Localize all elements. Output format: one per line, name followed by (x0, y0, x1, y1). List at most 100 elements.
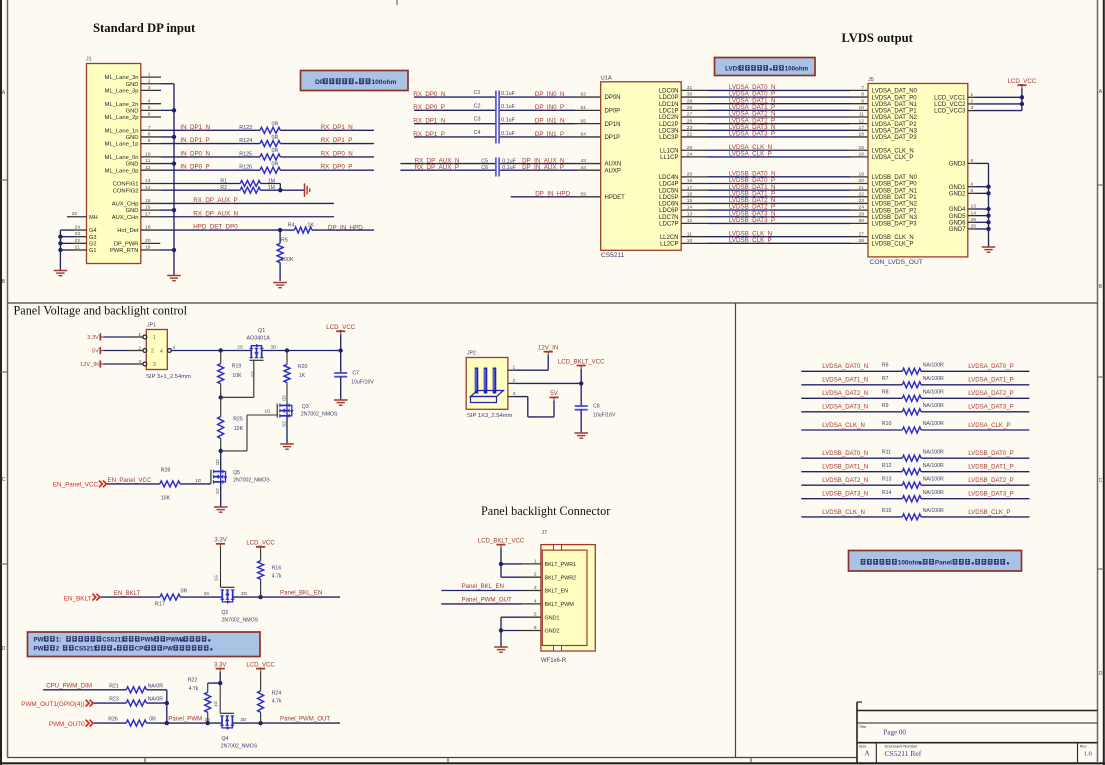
svg-text:R6: R6 (882, 363, 889, 369)
svg-text:NA/100R: NA/100R (923, 463, 944, 469)
svg-text:24: 24 (687, 152, 693, 158)
svg-text:11: 11 (859, 112, 864, 118)
svg-text:RX_DP1_P: RX_DP1_P (321, 137, 353, 144)
svg-text:2: 2 (56, 646, 60, 653)
svg-text:R124: R124 (239, 138, 252, 144)
svg-text:2: 2 (971, 99, 974, 105)
svg-text:10uF/16V: 10uF/16V (593, 413, 616, 419)
svg-text:GND2: GND2 (949, 191, 966, 197)
svg-text:16: 16 (859, 152, 865, 158)
svg-text:100ohm: 100ohm (785, 66, 809, 73)
svg-text:3: 3 (971, 105, 974, 111)
svg-text:1: 1 (534, 558, 537, 564)
svg-text:7: 7 (861, 85, 864, 91)
svg-text:LL2CN: LL2CN (660, 235, 679, 241)
svg-text:Hot_Det: Hot_Det (117, 228, 139, 234)
svg-text:44: 44 (581, 165, 587, 171)
svg-text:Panel_PWM_OUT: Panel_PWM_OUT (462, 597, 512, 604)
svg-text:C: C (2, 477, 6, 483)
svg-text:17: 17 (859, 125, 865, 131)
svg-text:LDC2N: LDC2N (659, 115, 679, 121)
svg-text:5: 5 (971, 188, 974, 194)
svg-text:29: 29 (859, 211, 865, 217)
svg-text:CS5211: CS5211 (102, 637, 125, 644)
svg-text:EN_BKLT: EN_BKLT (114, 590, 141, 597)
svg-text:R7: R7 (882, 376, 889, 382)
svg-text:LVDSA_DAT_P1: LVDSA_DAT_P1 (872, 109, 917, 115)
svg-text:DP_IN1_N: DP_IN1_N (535, 117, 565, 124)
svg-text:AUXP: AUXP (605, 168, 621, 174)
svg-text:GND2: GND2 (545, 629, 560, 635)
svg-text:DP_IN0_P: DP_IN0_P (535, 104, 564, 111)
svg-text:MH: MH (89, 215, 98, 221)
svg-text:NA/0R: NA/0R (148, 697, 164, 703)
svg-text:RX_DP1_P: RX_DP1_P (413, 131, 445, 138)
svg-text:3D: 3D (240, 717, 247, 722)
svg-text:LDC3P: LDC3P (659, 135, 678, 141)
svg-text:IN_DP0_N: IN_DP0_N (180, 150, 210, 157)
svg-text:R25: R25 (233, 417, 243, 423)
svg-text:JP2: JP2 (467, 351, 476, 357)
svg-text:LVDSB_DAT_P3: LVDSB_DAT_P3 (872, 222, 917, 228)
svg-text:28: 28 (687, 105, 693, 111)
svg-text:0.1uF: 0.1uF (501, 91, 515, 97)
svg-text:0R: 0R (272, 135, 279, 141)
svg-text:LVDSB_DAT_N3: LVDSB_DAT_N3 (872, 215, 918, 221)
svg-text:LDC6P: LDC6P (659, 208, 678, 214)
svg-text:LVDSA_DAT2_N: LVDSA_DAT2_N (822, 390, 868, 397)
svg-text:GND4: GND4 (949, 207, 966, 213)
svg-text:GND: GND (126, 135, 139, 141)
svg-text:R8: R8 (882, 390, 889, 396)
svg-text:R126: R126 (239, 165, 252, 171)
svg-text:1M: 1M (268, 178, 275, 184)
svg-text:10K: 10K (234, 426, 244, 432)
svg-text:BKLT_PWM: BKLT_PWM (545, 602, 575, 608)
svg-text:3D: 3D (241, 591, 248, 596)
svg-text:LL2CP: LL2CP (660, 241, 678, 247)
svg-text:59: 59 (581, 191, 587, 197)
svg-text:D: D (1099, 671, 1103, 677)
svg-text:R14: R14 (882, 490, 892, 496)
svg-text:Panel: Panel (935, 560, 952, 567)
svg-text:Q3: Q3 (302, 404, 309, 410)
svg-text:LCD_VCC: LCD_VCC (326, 324, 355, 331)
svg-text:RX_DP0_N: RX_DP0_N (321, 150, 353, 157)
svg-text:DP1P: DP1P (605, 135, 621, 141)
svg-text:LVDSB_DAT2_P: LVDSB_DAT2_P (968, 477, 1014, 484)
svg-text:20: 20 (859, 178, 865, 184)
svg-text:18: 18 (859, 132, 865, 138)
svg-text:G3: G3 (89, 235, 96, 241)
svg-text:15: 15 (859, 145, 865, 151)
svg-text:4.7k: 4.7k (272, 574, 282, 580)
svg-text:LVDSB_DAT_N1: LVDSB_DAT_N1 (872, 188, 918, 194)
svg-text:4.7k: 4.7k (189, 686, 199, 692)
svg-text:PWR_RTN: PWR_RTN (110, 248, 139, 254)
svg-text:Q4: Q4 (222, 736, 229, 742)
svg-text:DP_IN_HPD: DP_IN_HPD (535, 190, 570, 197)
svg-text:6: 6 (534, 625, 537, 631)
svg-text:R23: R23 (109, 697, 119, 703)
svg-text:LDC1P: LDC1P (659, 108, 678, 114)
svg-text:9: 9 (861, 98, 864, 104)
svg-text:LDC3N: LDC3N (659, 128, 679, 134)
svg-text:2N7002_NMOS: 2N7002_NMOS (222, 618, 259, 624)
svg-text:CS5211 Ref: CS5211 Ref (885, 749, 922, 758)
svg-text:IN_DP1_N: IN_DP1_N (180, 124, 210, 131)
svg-text:PWM_OUT1(GPIO(4)): PWM_OUT1(GPIO(4)) (21, 701, 84, 708)
svg-text:CONFIG2: CONFIG2 (113, 188, 139, 194)
svg-text:LDC5N: LDC5N (659, 188, 679, 194)
svg-text:LVDSA_CLK_P: LVDSA_CLK_P (968, 422, 1010, 429)
svg-text:AUX_CHn: AUX_CHn (112, 215, 139, 221)
svg-text:JP1: JP1 (147, 323, 156, 329)
svg-text:Panel_BKL_EN: Panel_BKL_EN (462, 583, 504, 590)
svg-text:30: 30 (859, 218, 865, 224)
svg-text:22: 22 (859, 191, 865, 197)
svg-text:3D: 3D (282, 395, 287, 402)
svg-text:LDC4P: LDC4P (659, 182, 678, 188)
svg-text:HPD_DET_DP0: HPD_DET_DP0 (193, 224, 238, 231)
svg-text:DP_IN_AUX_P: DP_IN_AUX_P (522, 164, 564, 171)
svg-text:C1: C1 (474, 90, 481, 96)
svg-text:LCD_VCC: LCD_VCC (1007, 78, 1036, 85)
svg-text:DP1N: DP1N (605, 122, 621, 128)
svg-text:ML_Lane_3p: ML_Lane_3p (105, 89, 139, 95)
